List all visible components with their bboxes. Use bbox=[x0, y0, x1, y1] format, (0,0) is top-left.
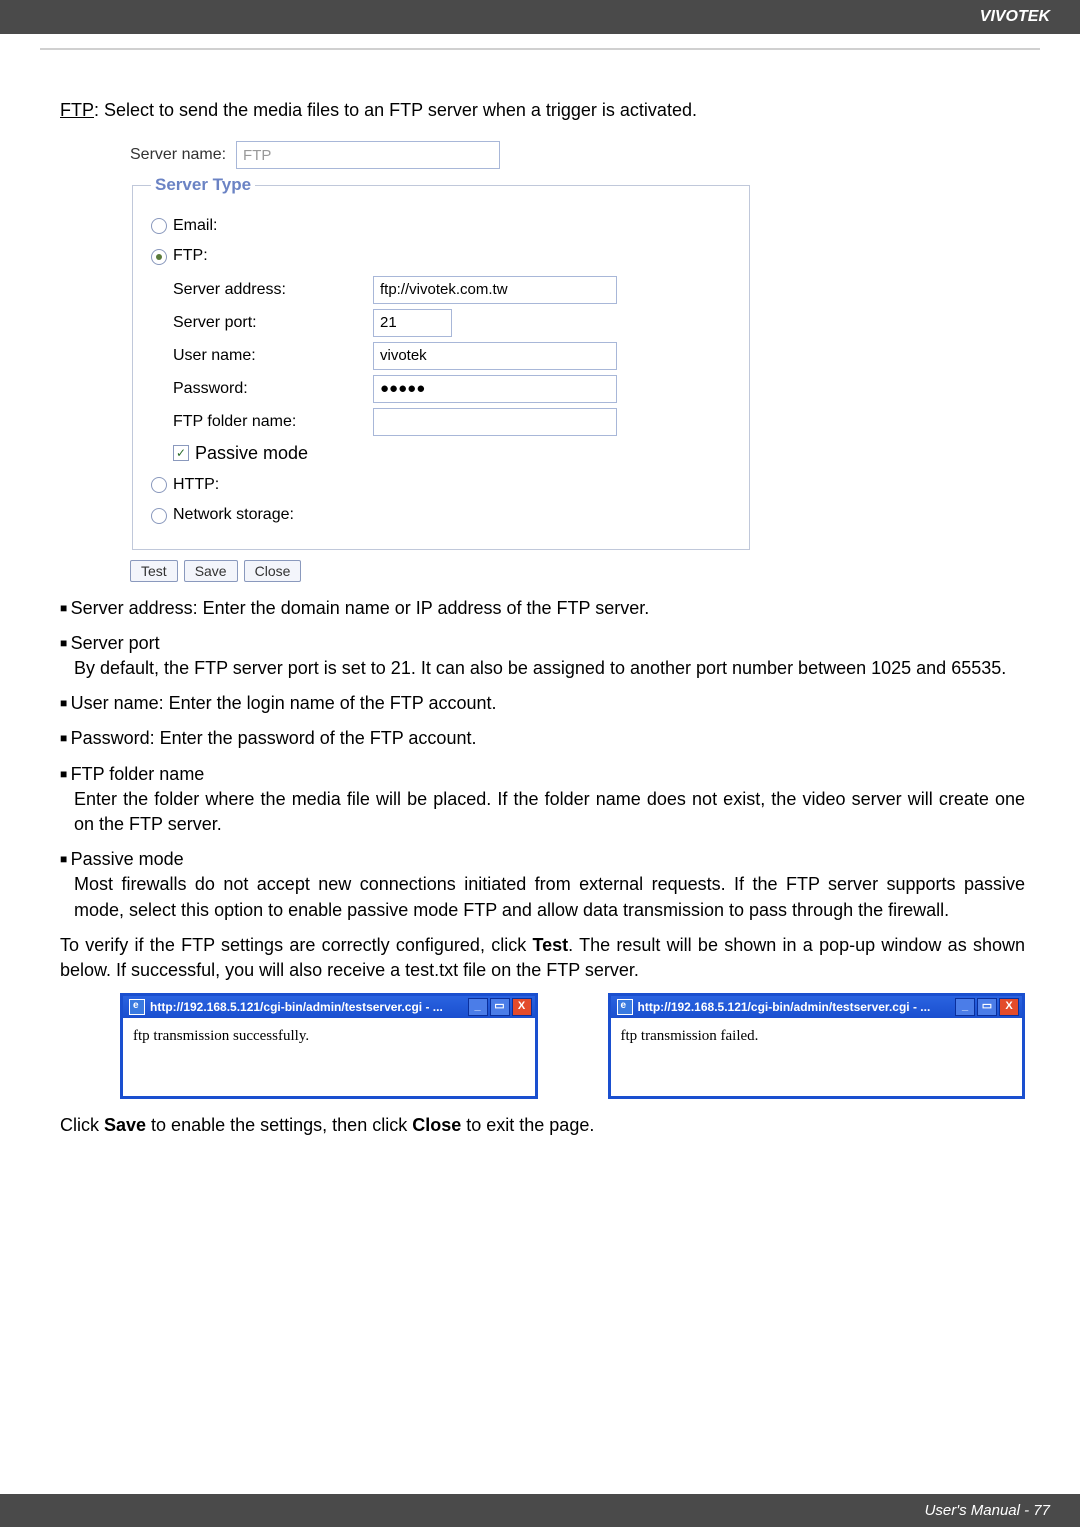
maximize-icon[interactable]: ▭ bbox=[490, 998, 510, 1016]
close-button[interactable]: Close bbox=[244, 560, 302, 582]
save-button[interactable]: Save bbox=[184, 560, 238, 582]
doc-final-save: Save bbox=[104, 1115, 146, 1135]
server-name-label: Server name: bbox=[130, 144, 226, 166]
doc-final: Click Save to enable the settings, then … bbox=[60, 1113, 1025, 1138]
ftp-server-address-input[interactable] bbox=[373, 276, 617, 304]
server-name-input[interactable] bbox=[236, 141, 500, 169]
ftp-user-name-label: User name: bbox=[173, 345, 373, 367]
passive-mode-label: Passive mode bbox=[195, 441, 308, 466]
minimize-icon[interactable]: _ bbox=[468, 998, 488, 1016]
doc-final-close: Close bbox=[412, 1115, 461, 1135]
ie-icon bbox=[617, 999, 633, 1015]
popup-fail-body: ftp transmission failed. bbox=[611, 1018, 1023, 1096]
ftp-password-label: Password: bbox=[173, 378, 373, 400]
ftp-server-port-label: Server port: bbox=[173, 312, 373, 334]
radio-ftp-label: FTP: bbox=[173, 245, 208, 267]
doc-verify: To verify if the FTP settings are correc… bbox=[60, 933, 1025, 983]
ftp-server-port-input[interactable] bbox=[373, 309, 452, 337]
popup-success-body: ftp transmission successfully. bbox=[123, 1018, 535, 1096]
radio-http[interactable] bbox=[151, 477, 167, 493]
doc-passive: Passive mode Most firewalls do not accep… bbox=[60, 847, 1025, 923]
doc-server-port-body: By default, the FTP server port is set t… bbox=[74, 658, 1006, 678]
doc-user-name: User name: Enter the login name of the F… bbox=[60, 691, 1025, 716]
intro-ftp-tag: FTP bbox=[60, 100, 94, 120]
popup-fail: http://192.168.5.121/cgi-bin/admin/tests… bbox=[608, 993, 1026, 1099]
doc-password: Password: Enter the password of the FTP … bbox=[60, 726, 1025, 751]
ftp-user-name-input[interactable] bbox=[373, 342, 617, 370]
radio-network-storage-label: Network storage: bbox=[173, 504, 294, 526]
doc-verify-test: Test bbox=[532, 935, 568, 955]
passive-mode-checkbox[interactable] bbox=[173, 445, 189, 461]
maximize-icon[interactable]: ▭ bbox=[977, 998, 997, 1016]
radio-network-storage[interactable] bbox=[151, 508, 167, 524]
doc-server-port: Server port By default, the FTP server p… bbox=[60, 631, 1025, 681]
doc-folder-title: FTP folder name bbox=[71, 764, 205, 784]
popup-success: http://192.168.5.121/cgi-bin/admin/tests… bbox=[120, 993, 538, 1099]
ftp-server-address-label: Server address: bbox=[173, 279, 373, 301]
minimize-icon[interactable]: _ bbox=[955, 998, 975, 1016]
doc-server-port-title: Server port bbox=[71, 633, 160, 653]
doc-verify1: To verify if the FTP settings are correc… bbox=[60, 935, 532, 955]
doc-final1: Click bbox=[60, 1115, 104, 1135]
test-button[interactable]: Test bbox=[130, 560, 178, 582]
server-type-fieldset: Server Type Email: FTP: Server address: bbox=[132, 173, 750, 550]
intro-paragraph: FTP: Select to send the media files to a… bbox=[60, 98, 1025, 123]
doc-folder-body: Enter the folder where the media file wi… bbox=[74, 789, 1025, 834]
close-icon[interactable]: X bbox=[512, 998, 532, 1016]
intro-text: : Select to send the media files to an F… bbox=[94, 100, 697, 120]
radio-http-label: HTTP: bbox=[173, 474, 219, 496]
doc-final2: to enable the settings, then click bbox=[146, 1115, 412, 1135]
ie-icon bbox=[129, 999, 145, 1015]
doc-passive-title: Passive mode bbox=[71, 849, 184, 869]
radio-email[interactable] bbox=[151, 218, 167, 234]
footer-text: User's Manual - 77 bbox=[0, 1494, 1080, 1527]
doc-passive-body: Most firewalls do not accept new connect… bbox=[74, 874, 1025, 919]
popup-success-title: http://192.168.5.121/cgi-bin/admin/tests… bbox=[150, 999, 468, 1016]
ftp-password-input[interactable] bbox=[373, 375, 617, 403]
server-type-legend: Server Type bbox=[151, 173, 255, 197]
doc-server-address: Server address: Enter the domain name or… bbox=[60, 596, 1025, 621]
header-brand: VIVOTEK bbox=[0, 0, 1080, 34]
ftp-folder-label: FTP folder name: bbox=[173, 411, 373, 433]
popup-fail-title: http://192.168.5.121/cgi-bin/admin/tests… bbox=[638, 999, 956, 1016]
radio-ftp[interactable] bbox=[151, 249, 167, 265]
ftp-folder-input[interactable] bbox=[373, 408, 617, 436]
doc-folder: FTP folder name Enter the folder where t… bbox=[60, 762, 1025, 838]
radio-email-label: Email: bbox=[173, 215, 217, 237]
doc-final3: to exit the page. bbox=[461, 1115, 594, 1135]
close-icon[interactable]: X bbox=[999, 998, 1019, 1016]
